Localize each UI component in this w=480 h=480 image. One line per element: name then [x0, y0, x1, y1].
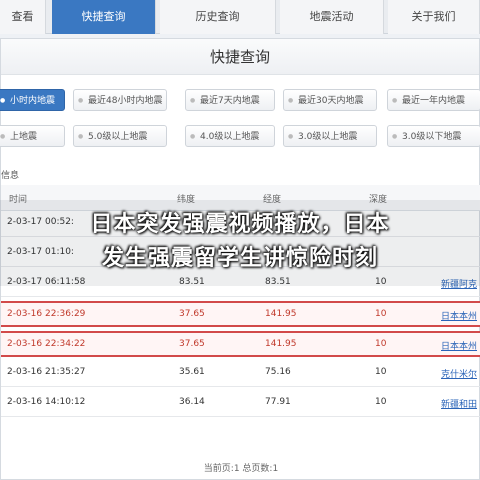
cell-depth: 10 [375, 309, 387, 319]
panel-title: 快捷查询 [1, 39, 479, 75]
cell-time: 2-03-16 21:35:27 [7, 367, 86, 377]
cell-lon: 141.95 [265, 339, 297, 349]
cell-depth: 10 [375, 367, 387, 377]
table-row: 2-03-16 21:35:27 35.61 75.16 10 克什米尔 [1, 361, 480, 387]
filter-1-year[interactable]: 最近一年内地震 [387, 89, 480, 111]
top-nav: 查看 快捷查询 历史查询 地震活动 关于我们 [0, 0, 480, 34]
cell-time: 2-03-16 22:34:22 [7, 339, 86, 349]
cell-lat: 37.65 [179, 309, 205, 319]
filter-48-hours[interactable]: 最近48小时内地震 [73, 89, 167, 111]
cell-lat: 37.65 [179, 339, 205, 349]
filter-1-hour[interactable]: 小时内地震 [0, 89, 65, 111]
table-row: 2-03-16 14:10:12 36.14 77.91 10 新疆和田 [1, 391, 480, 417]
filter-30-days[interactable]: 最近30天内地震 [283, 89, 377, 111]
tab-seismic-activity[interactable]: 地震活动 [280, 0, 384, 34]
table-row: 2-03-16 22:34:22 37.65 141.95 10 日本本州 [1, 331, 480, 357]
cell-location-link[interactable]: 新疆和田 [441, 397, 477, 410]
headline-overlay: 日本突发强震视频播放，日本 发生强震留学生讲惊险时刻 [0, 200, 480, 286]
filter-mag-4[interactable]: 4.0级以上地震 [185, 125, 275, 147]
filter-mag-6[interactable]: 上地震 [0, 125, 65, 147]
cell-location-link[interactable]: 日本本州 [441, 309, 477, 322]
tab-view[interactable]: 查看 [0, 0, 46, 34]
table-row: 2-03-16 22:36:29 37.65 141.95 10 日本本州 [1, 301, 480, 327]
cell-depth: 10 [375, 339, 387, 349]
filter-mag-below-3[interactable]: 3.0级以下地震 [387, 125, 480, 147]
tab-quick-query[interactable]: 快捷查询 [52, 0, 156, 34]
pager: 当前页:1 总页数:1 [203, 464, 279, 474]
cell-lon: 75.16 [265, 367, 291, 377]
headline-line-1: 日本突发强震视频播放，日本 [90, 212, 390, 237]
cell-lon: 77.91 [265, 397, 291, 407]
section-label: 信息 [1, 171, 20, 181]
cell-location-link[interactable]: 日本本州 [441, 339, 477, 352]
cell-lat: 35.61 [179, 367, 205, 377]
tab-history-query[interactable]: 历史查询 [160, 0, 276, 34]
cell-location-link[interactable]: 克什米尔 [441, 367, 477, 380]
cell-time: 2-03-16 14:10:12 [7, 397, 86, 407]
filter-mag-3[interactable]: 3.0级以上地震 [283, 125, 377, 147]
cell-lon: 141.95 [265, 309, 297, 319]
filter-mag-5[interactable]: 5.0级以上地震 [73, 125, 167, 147]
headline-line-2: 发生强震留学生讲惊险时刻 [101, 246, 378, 271]
cell-depth: 10 [375, 397, 387, 407]
cell-lat: 36.14 [179, 397, 205, 407]
cell-time: 2-03-16 22:36:29 [7, 309, 86, 319]
tab-about-us[interactable]: 关于我们 [388, 0, 480, 34]
filter-7-days[interactable]: 最近7天内地震 [185, 89, 275, 111]
